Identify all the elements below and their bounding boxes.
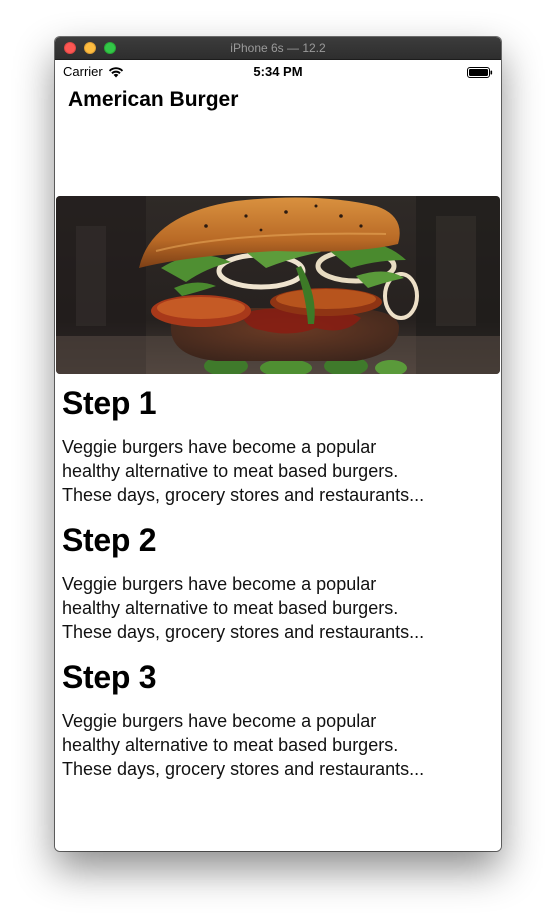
step-description-line: healthy alternative to meat based burger… (62, 598, 399, 618)
step-title: Step 1 (62, 385, 157, 421)
step-card: Step 1 Veggie burgers have become a popu… (62, 383, 494, 507)
step-description: Veggie burgers have become a popular hea… (62, 572, 494, 644)
device-screen: Carrier 5:34 PM American Burger Step 1 V… (55, 60, 501, 851)
window-title: iPhone 6s — 12.2 (230, 41, 326, 55)
step-description-line: healthy alternative to meat based burger… (62, 735, 399, 755)
burger-photo (56, 196, 500, 374)
battery-icon (467, 66, 493, 78)
status-time: 5:34 PM (253, 64, 303, 79)
step-description-line: These days, grocery stores and restauran… (62, 485, 425, 505)
step-description: Veggie burgers have become a popular hea… (62, 435, 494, 507)
step-description-line: Veggie burgers have become a popular (62, 574, 377, 594)
burger-image (56, 196, 500, 374)
step-card: Step 3 Veggie burgers have become a popu… (62, 657, 494, 781)
step-title: Step 2 (62, 522, 157, 558)
step-description-line: Veggie burgers have become a popular (62, 437, 377, 457)
step-description-line: These days, grocery stores and restauran… (62, 622, 425, 642)
window-titlebar[interactable]: iPhone 6s — 12.2 (55, 37, 501, 60)
step-card: Step 2 Veggie burgers have become a popu… (62, 520, 494, 644)
step-description-line: These days, grocery stores and restauran… (62, 759, 425, 779)
step-description: Veggie burgers have become a popular hea… (62, 709, 494, 781)
step-title: Step 3 (62, 659, 157, 695)
status-bar: Carrier 5:34 PM (55, 60, 501, 80)
step-description-line: Veggie burgers have become a popular (62, 711, 377, 731)
page-title: American Burger (68, 88, 239, 111)
step-description-line: healthy alternative to meat based burger… (62, 461, 399, 481)
simulator-window: iPhone 6s — 12.2 Carrier 5:34 PM America… (55, 37, 501, 851)
steps-list: Step 1 Veggie burgers have become a popu… (62, 383, 494, 794)
